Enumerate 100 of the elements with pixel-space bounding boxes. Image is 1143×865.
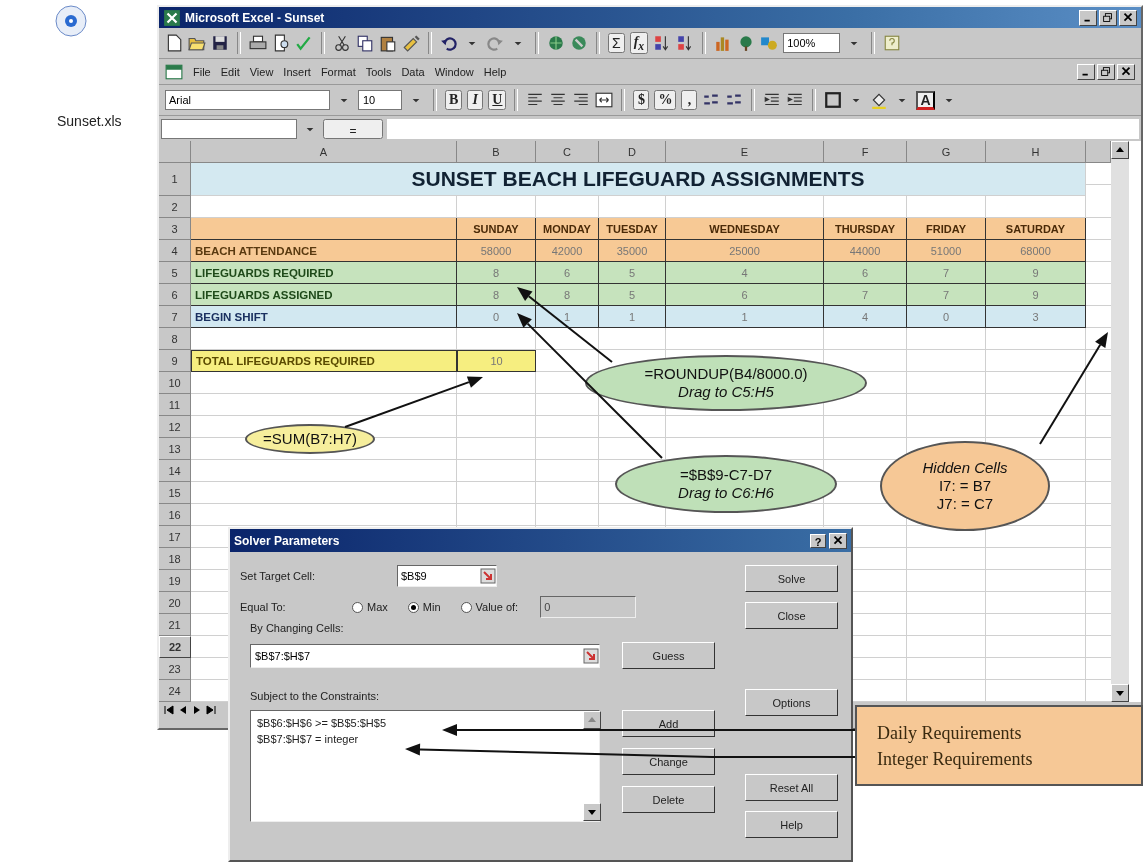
radio-option[interactable]: Min (407, 601, 441, 613)
print-preview-icon[interactable] (272, 34, 290, 52)
close-icon[interactable] (1117, 63, 1135, 80)
new-document-icon[interactable] (165, 34, 183, 52)
fill-bucket-icon[interactable] (870, 91, 889, 109)
menu-item[interactable]: File (193, 65, 211, 78)
row-header[interactable]: 14 (159, 460, 191, 482)
dialog-button[interactable]: Change (622, 748, 715, 775)
row-header[interactable]: 2 (159, 196, 191, 218)
dialog-button[interactable]: Close (745, 602, 838, 629)
currency-button[interactable]: $ (633, 90, 650, 110)
row-header[interactable]: 22 (159, 636, 191, 658)
row-header[interactable]: 16 (159, 504, 191, 526)
radio-button[interactable] (460, 601, 472, 613)
font-color-button[interactable]: A (916, 90, 935, 110)
radio-button[interactable] (352, 601, 363, 613)
menu-item[interactable]: Tools (365, 65, 392, 78)
dialog-button[interactable]: Help (745, 811, 838, 838)
italic-button[interactable]: I (467, 90, 484, 110)
row-header[interactable]: 23 (159, 658, 191, 680)
minimize-icon[interactable] (1079, 9, 1097, 26)
scroll-down-icon[interactable] (583, 803, 601, 821)
row-header[interactable]: 5 (159, 262, 191, 284)
dialog-button[interactable]: Add (622, 710, 715, 737)
undo-icon[interactable] (440, 34, 458, 52)
row-header[interactable]: 17 (159, 526, 191, 548)
column-header[interactable]: B (457, 141, 536, 163)
row-header[interactable]: 20 (159, 592, 191, 614)
row-header[interactable]: 12 (159, 416, 191, 438)
column-header[interactable]: H (986, 141, 1086, 163)
column-header[interactable]: C (536, 141, 599, 163)
menu-item[interactable]: Format (320, 65, 356, 78)
row-header[interactable]: 21 (159, 614, 191, 636)
print-icon[interactable] (249, 34, 267, 52)
reference-picker-icon[interactable] (480, 568, 496, 584)
row-header[interactable]: 10 (159, 372, 191, 394)
row-header[interactable]: 9 (159, 350, 191, 372)
next-sheet-icon[interactable] (205, 704, 217, 716)
target-cell-field[interactable]: $B$9 (397, 565, 497, 587)
name-box[interactable] (161, 118, 297, 139)
row-header[interactable]: 6 (159, 284, 191, 306)
scroll-up-icon[interactable] (583, 711, 601, 729)
row-header[interactable]: 8 (159, 328, 191, 350)
row-header[interactable]: 1 (159, 163, 191, 196)
font-field[interactable]: Arial (165, 90, 330, 110)
globe-icon[interactable] (547, 34, 565, 52)
column-header[interactable]: D (599, 141, 666, 163)
menu-item[interactable]: View (249, 65, 274, 78)
restore-icon[interactable] (1097, 63, 1115, 80)
help-button[interactable]: ? (810, 533, 826, 548)
help-icon[interactable] (883, 34, 902, 52)
radio-option[interactable]: Max (352, 601, 388, 613)
row-header[interactable]: 7 (159, 306, 191, 328)
paste-icon[interactable] (379, 34, 397, 52)
row-header[interactable]: 24 (159, 680, 191, 702)
close-icon[interactable] (1119, 9, 1137, 26)
scroll-down-icon[interactable] (1111, 684, 1129, 702)
zoom-field[interactable]: 100% (783, 33, 841, 53)
changing-cells-field[interactable]: $B$7:$H$7 (250, 643, 600, 668)
previous-sheet-icon[interactable] (163, 704, 175, 716)
row-header[interactable]: 13 (159, 438, 191, 460)
comma-button[interactable]: , (681, 90, 698, 110)
row-header[interactable]: 3 (159, 218, 191, 240)
radio-option[interactable]: Value of: (460, 601, 519, 613)
equals-button[interactable]: = (323, 118, 383, 139)
dialog-button[interactable]: Delete (622, 786, 715, 813)
bold-button[interactable]: B (445, 90, 463, 110)
close-icon[interactable] (829, 532, 847, 549)
cut-icon[interactable] (333, 34, 351, 52)
list-item[interactable]: $B$6:$H$6 >= $B$5:$H$5 (257, 717, 387, 729)
guess-button[interactable]: Guess (622, 642, 715, 669)
menu-item[interactable]: Data (401, 65, 425, 78)
row-header[interactable]: 18 (159, 548, 191, 570)
scrollbar[interactable] (1111, 141, 1129, 702)
dialog-button[interactable]: Options (745, 689, 838, 716)
row-header[interactable]: 19 (159, 570, 191, 592)
row-header[interactable]: 11 (159, 394, 191, 416)
font-size-field[interactable]: 10 (358, 90, 402, 110)
borders-icon[interactable] (824, 91, 843, 109)
row-header[interactable]: 15 (159, 482, 191, 504)
restore-icon[interactable] (1099, 9, 1117, 26)
menu-item[interactable]: Edit (220, 65, 240, 78)
disc-icon[interactable] (55, 5, 87, 37)
underline-button[interactable]: U (488, 90, 507, 110)
column-header[interactable]: G (907, 141, 986, 163)
row-header[interactable]: 4 (159, 240, 191, 262)
radio-button[interactable] (407, 601, 419, 613)
reference-picker-icon[interactable] (583, 647, 599, 664)
minimize-icon[interactable] (1077, 63, 1095, 80)
dialog-button[interactable]: Reset All (745, 774, 838, 801)
formula-field[interactable] (387, 118, 1139, 139)
column-header[interactable]: F (824, 141, 907, 163)
autosum-button[interactable]: Σ (608, 33, 625, 53)
percent-button[interactable]: % (654, 90, 677, 110)
merge-icon[interactable] (595, 91, 614, 109)
dialog-button[interactable]: Solve (745, 565, 838, 592)
function-button[interactable]: f$_{x}$ (629, 31, 649, 55)
copy-icon[interactable] (356, 34, 374, 52)
menu-item[interactable]: Help (483, 65, 507, 78)
constraints-list[interactable]: $B$6:$H$6 >= $B$5:$H$5 $B$7:$H$7 = integer (250, 710, 600, 822)
